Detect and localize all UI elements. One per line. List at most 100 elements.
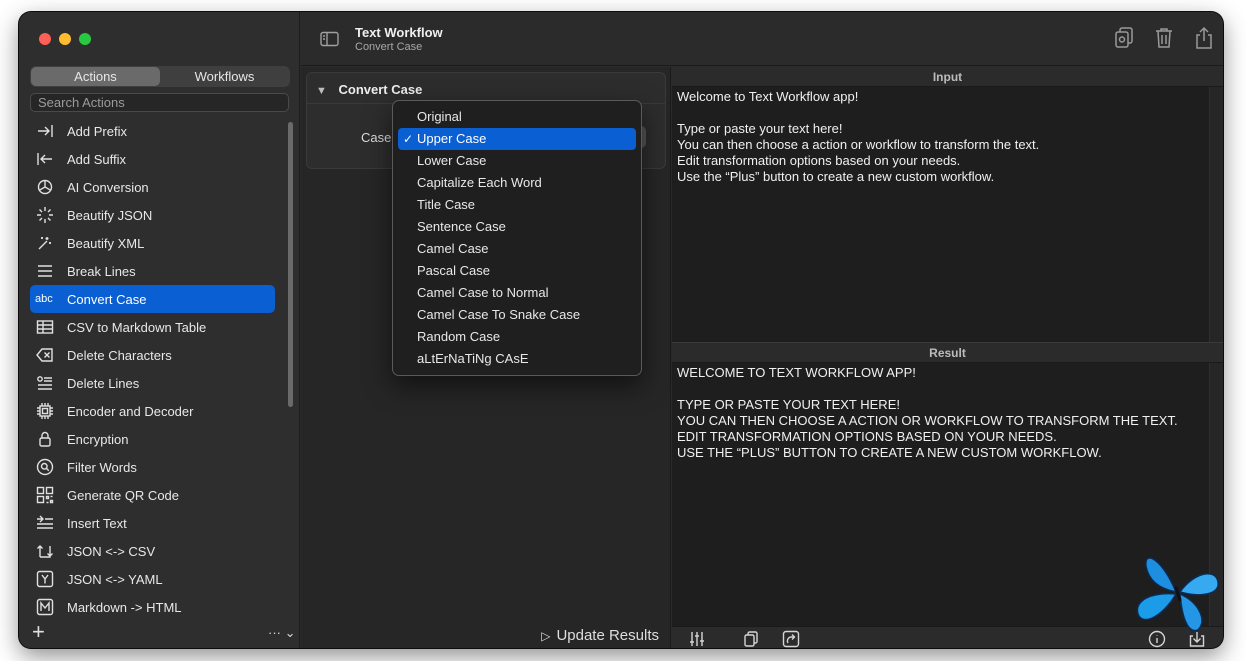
copy-result-button[interactable]: [742, 630, 760, 648]
card-header[interactable]: ▼ Convert Case: [316, 82, 422, 97]
case-dropdown-menu: Original ✓ Upper Case Lower Case Capitalize …: [392, 100, 642, 376]
butterfly-image: [1136, 557, 1219, 632]
add-workflow-button[interactable]: +: [32, 621, 45, 643]
menu-item-camel-case-to-normal[interactable]: Camel Case to Normal: [398, 282, 636, 304]
input-text-area[interactable]: Welcome to Text Workflow app! Type or pa…: [672, 87, 1223, 187]
sidebar-item-encoder-and-decoder[interactable]: Encoder and Decoder: [30, 397, 275, 425]
magic-wand-icon: [35, 233, 55, 253]
close-window-button[interactable]: [39, 33, 51, 45]
action-list: Add Prefix Add Suffix AI Conversion Beau…: [30, 117, 275, 621]
sidebar-item-filter-words[interactable]: Filter Words: [30, 453, 275, 481]
sidebar-toggle-icon[interactable]: [320, 31, 340, 50]
sidebar-item-label: AI Conversion: [67, 179, 149, 195]
tab-workflows[interactable]: Workflows: [160, 67, 289, 86]
sidebar-item-label: Insert Text: [67, 515, 127, 531]
input-scrollbar[interactable]: [1209, 87, 1223, 342]
sidebar-item-label: Beautify XML: [67, 235, 145, 251]
menu-item-label: Camel Case: [417, 241, 489, 256]
sidebar-item-label: Convert Case: [67, 291, 147, 307]
menu-item-label: Title Case: [417, 197, 476, 212]
list-delete-icon: [35, 373, 55, 393]
sidebar-item-label: Add Prefix: [67, 123, 127, 139]
menu-item-original[interactable]: Original: [398, 106, 636, 128]
sidebar-item-label: CSV to Markdown Table: [67, 319, 207, 335]
cpu-icon: [35, 401, 55, 421]
input-pane: Input Welcome to Text Workflow app! Type…: [672, 67, 1223, 343]
disclosure-triangle-icon[interactable]: ▼: [316, 85, 327, 97]
arrow-left-to-bar-icon: [35, 149, 55, 169]
sidebar-item-json-csv[interactable]: JSON <-> CSV: [30, 537, 275, 565]
sidebar-item-delete-characters[interactable]: Delete Characters: [30, 341, 275, 369]
sidebar-item-beautify-json[interactable]: Beautify JSON: [30, 201, 275, 229]
sidebar-item-add-suffix[interactable]: Add Suffix: [30, 145, 275, 173]
menu-item-capitalize-each-word[interactable]: Capitalize Each Word: [398, 172, 636, 194]
duplicate-button[interactable]: [1113, 26, 1135, 53]
window-subtitle: Convert Case: [355, 41, 423, 53]
duplicate-icon: [1115, 27, 1133, 48]
zoom-window-button[interactable]: [79, 33, 91, 45]
menu-item-label: Original: [417, 109, 462, 124]
trash-icon: [1156, 28, 1172, 48]
sidebar-item-label: JSON <-> CSV: [67, 543, 156, 559]
menu-item-label: Capitalize Each Word: [417, 175, 542, 190]
menu-item-alternating-case[interactable]: aLtErNaTiNg CAsE: [398, 348, 636, 370]
sidebar-item-beautify-xml[interactable]: Beautify XML: [30, 229, 275, 257]
replace-input-button[interactable]: [782, 630, 800, 648]
sidebar-item-encryption[interactable]: Encryption: [30, 425, 275, 453]
sidebar-item-break-lines[interactable]: Break Lines: [30, 257, 275, 285]
sidebar-item-label: Encoder and Decoder: [67, 403, 194, 419]
sidebar-item-label: Encryption: [67, 431, 129, 447]
copy-icon: [744, 631, 758, 647]
card-title: Convert Case: [338, 82, 423, 97]
result-text-area[interactable]: WELCOME TO TEXT WORKFLOW APP! TYPE OR PA…: [672, 363, 1223, 463]
menu-item-camel-case[interactable]: Camel Case: [398, 238, 636, 260]
menu-item-label: Pascal Case: [417, 263, 490, 278]
sidebar-item-label: Beautify JSON: [67, 207, 153, 223]
sidebar-item-csv-to-markdown-table[interactable]: CSV to Markdown Table: [30, 313, 275, 341]
more-options-button[interactable]: ··· ⌄: [268, 625, 296, 641]
share-button[interactable]: [1193, 26, 1215, 53]
menu-item-pascal-case[interactable]: Pascal Case: [398, 260, 636, 282]
sidebar-scrollbar[interactable]: [288, 122, 293, 407]
sidebar-item-insert-text[interactable]: Insert Text: [30, 509, 275, 537]
menu-item-title-case[interactable]: Title Case: [398, 194, 636, 216]
sidebar-item-add-prefix[interactable]: Add Prefix: [30, 117, 275, 145]
arrow-right-to-bar-icon: [35, 121, 55, 141]
sidebar-item-ai-conversion[interactable]: AI Conversion: [30, 173, 275, 201]
adjust-options-button[interactable]: [688, 630, 706, 648]
sidebar-item-json-yaml[interactable]: JSON <-> YAML: [30, 565, 275, 593]
toolbar-actions: [1113, 26, 1215, 53]
menu-item-sentence-case[interactable]: Sentence Case: [398, 216, 636, 238]
checkmark-icon: ✓: [403, 132, 414, 146]
menu-item-upper-case[interactable]: ✓ Upper Case: [398, 128, 636, 150]
case-label: Case:: [361, 130, 395, 145]
menu-item-camel-case-to-snake-case[interactable]: Camel Case To Snake Case: [398, 304, 636, 326]
update-results-label: Update Results: [556, 627, 659, 644]
arrow-up-square-icon: [782, 630, 800, 648]
menu-item-label: Lower Case: [417, 153, 487, 168]
sidebar-item-label: Break Lines: [67, 263, 136, 279]
menu-item-label: aLtErNaTiNg CAsE: [417, 351, 529, 366]
tab-actions[interactable]: Actions: [31, 67, 160, 86]
sidebar-item-generate-qr-code[interactable]: Generate QR Code: [30, 481, 275, 509]
sidebar: Actions Workflows Add Prefix Add Suffix …: [19, 12, 300, 648]
menu-item-random-case[interactable]: Random Case: [398, 326, 636, 348]
abc-icon: abc: [35, 293, 53, 305]
sidebar-item-convert-case[interactable]: abc Convert Case: [30, 285, 275, 313]
sidebar-item-markdown-html[interactable]: Markdown -> HTML: [30, 593, 275, 621]
sidebar-item-label: Markdown -> HTML: [67, 599, 182, 615]
magnifier-circle-icon: [35, 457, 55, 477]
lines-icon: [35, 261, 55, 281]
update-results-button[interactable]: ▷ Update Results: [541, 627, 659, 644]
play-icon: ▷: [541, 628, 551, 643]
sidebar-segmented-control: Actions Workflows: [30, 66, 290, 87]
sidebar-item-label: Delete Characters: [67, 347, 172, 363]
minimize-window-button[interactable]: [59, 33, 71, 45]
delete-left-icon: [35, 345, 55, 365]
delete-button[interactable]: [1153, 26, 1175, 53]
sidebar-item-delete-lines[interactable]: Delete Lines: [30, 369, 275, 397]
search-actions-input[interactable]: [30, 93, 289, 112]
menu-item-lower-case[interactable]: Lower Case: [398, 150, 636, 172]
sparkle-icon: [35, 205, 55, 225]
menu-item-label: Sentence Case: [417, 219, 506, 234]
